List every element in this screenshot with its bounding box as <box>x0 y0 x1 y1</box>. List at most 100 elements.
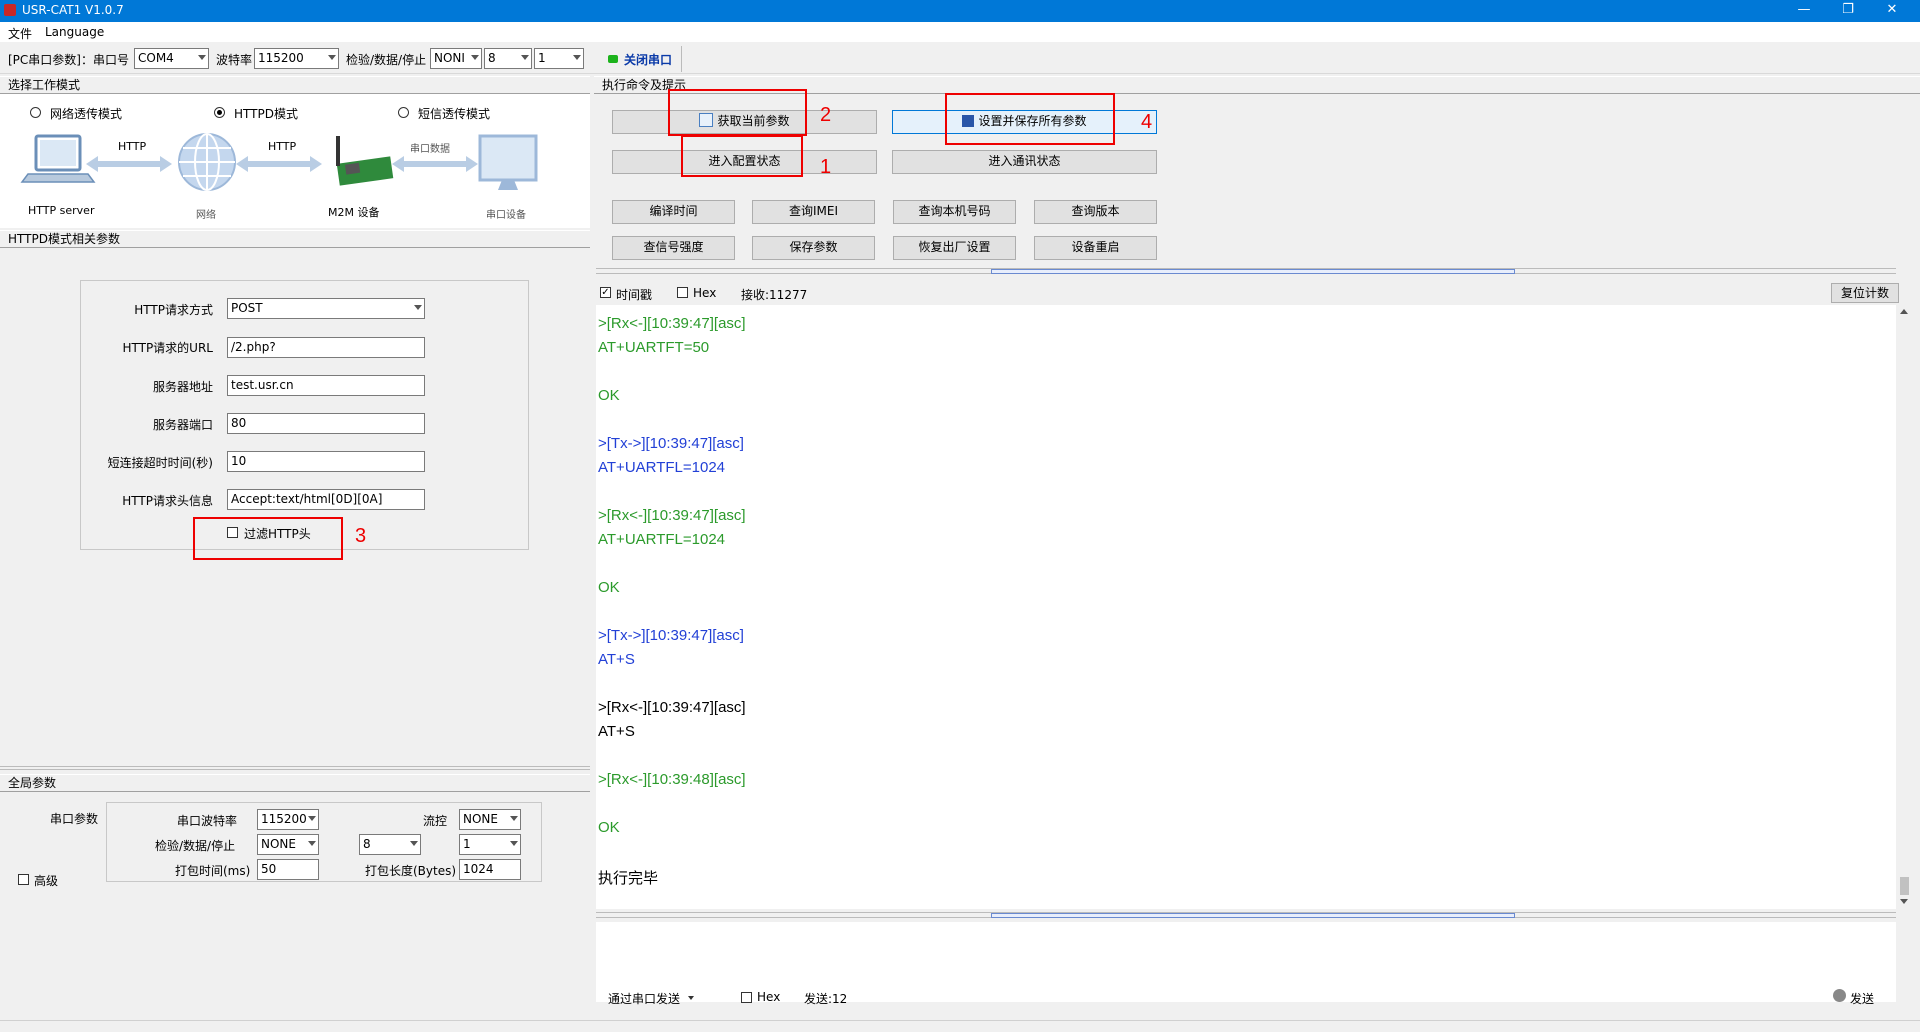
splitter-grip[interactable] <box>991 269 1515 274</box>
log-line: >[Rx<-][10:39:48][asc] <box>598 771 746 788</box>
flow-value: NONE <box>463 812 498 826</box>
reset-count-button[interactable]: 复位计数 <box>1831 283 1899 303</box>
global-stopbits-select[interactable]: 1 <box>459 834 521 855</box>
close-port-button[interactable]: 关闭串口 <box>594 46 682 72</box>
global-baud-select[interactable]: 115200 <box>257 809 319 830</box>
close-button[interactable]: ✕ <box>1870 0 1914 22</box>
server-input[interactable]: test.usr.cn <box>227 375 425 396</box>
mode-radio-httpd[interactable] <box>214 107 225 118</box>
factory-reset-button[interactable]: 恢复出厂设置 <box>893 236 1016 260</box>
mode-radio-transparent[interactable] <box>30 107 41 118</box>
menu-language[interactable]: Language <box>45 25 104 39</box>
stopbits-select[interactable]: 1 <box>534 48 584 69</box>
global-databits-select[interactable]: 8 <box>359 834 421 855</box>
chevron-down-icon <box>308 841 316 846</box>
httpd-params-box: HTTP请求方式 POST HTTP请求的URL /2.php? 服务器地址 t… <box>80 280 529 550</box>
chevron-down-icon <box>328 55 336 60</box>
http-method-value: POST <box>231 301 263 315</box>
scroll-down-icon[interactable] <box>1900 899 1908 904</box>
log-line: AT+S <box>598 651 635 668</box>
log-scrollbar[interactable] <box>1896 305 1913 909</box>
databits-select[interactable]: 8 <box>484 48 532 69</box>
send-icon[interactable] <box>1833 989 1846 1002</box>
log-hex-checkbox[interactable] <box>677 287 688 298</box>
close-port-label: 关闭串口 <box>624 53 673 67</box>
left-splitter[interactable] <box>0 766 590 770</box>
databits-value: 8 <box>488 51 496 65</box>
device-restart-button[interactable]: 设备重启 <box>1034 236 1157 260</box>
baud-label: 波特率 <box>216 53 253 67</box>
annotation-number-4: 4 <box>1141 111 1153 133</box>
bottom-splitter[interactable] <box>596 912 1896 918</box>
restore-button[interactable]: ❐ <box>1826 0 1870 22</box>
global-check-label: 检验/数据/停止 <box>155 839 236 853</box>
receive-log[interactable]: >[Rx<-][10:39:47][asc] AT+UARTFT=50 OK >[Tx… <box>596 305 1896 909</box>
query-number-button[interactable]: 查询本机号码 <box>893 200 1016 224</box>
mode-label-transparent[interactable]: 网络透传模式 <box>50 105 122 122</box>
global-parity-select[interactable]: NONE <box>257 834 319 855</box>
signal-strength-button[interactable]: 查信号强度 <box>612 236 735 260</box>
minimize-button[interactable]: — <box>1782 0 1826 22</box>
app-icon <box>4 4 16 16</box>
pack-time-label: 打包时间(ms) <box>175 864 251 878</box>
chevron-down-icon <box>410 841 418 846</box>
http-url-input[interactable]: /2.php? <box>227 337 425 358</box>
arrow-2 <box>236 156 322 172</box>
menu-file[interactable]: 文件 <box>8 25 32 42</box>
save-params-button[interactable]: 保存参数 <box>752 236 875 260</box>
log-line: AT+UARTFL=1024 <box>598 531 726 548</box>
scroll-up-icon[interactable] <box>1900 309 1908 314</box>
send-input[interactable]: 通过串口发送 Hex 发送:12 发送 <box>596 922 1896 1006</box>
parity-select[interactable]: NONI <box>430 48 482 69</box>
send-via-dropdown[interactable]: 通过串口发送 <box>608 990 680 1007</box>
send-scrollbar[interactable] <box>1896 922 1913 1002</box>
splitter-grip[interactable] <box>991 913 1515 918</box>
send-hex-label[interactable]: Hex <box>757 990 780 1004</box>
http-url-label: HTTP请求的URL <box>122 341 213 355</box>
caret-down-icon <box>688 996 694 1000</box>
log-hex-label[interactable]: Hex <box>693 286 716 300</box>
diagram-serial-device: 串口设备 <box>486 210 526 221</box>
advanced-label[interactable]: 高级 <box>34 872 58 889</box>
global-params-box: 串口波特率 115200 流控 NONE 检验/数据/停止 NONE 8 1 打… <box>106 802 542 882</box>
log-line: OK <box>598 387 620 404</box>
top-splitter[interactable] <box>596 268 1896 274</box>
mode-label-httpd[interactable]: HTTPD模式 <box>234 105 298 122</box>
laptop-icon <box>20 134 96 183</box>
diagram-http-2: HTTP <box>268 140 297 153</box>
query-version-button[interactable]: 查询版本 <box>1034 200 1157 224</box>
scroll-thumb[interactable] <box>1900 877 1909 895</box>
global-databits-value: 8 <box>363 837 371 851</box>
http-header-input[interactable]: Accept:text/html[0D][0A] <box>227 489 425 510</box>
baud-select[interactable]: 115200 <box>254 48 339 69</box>
advanced-checkbox[interactable] <box>18 874 29 885</box>
send-hex-checkbox[interactable] <box>741 992 752 1003</box>
m2m-device-icon <box>336 136 394 186</box>
query-imei-button[interactable]: 查询IMEI <box>752 200 875 224</box>
flow-select[interactable]: NONE <box>459 809 521 830</box>
server-port-input[interactable]: 80 <box>227 413 425 434</box>
arrow-3 <box>392 156 478 172</box>
send-button[interactable]: 发送 <box>1850 990 1874 1007</box>
timestamp-label[interactable]: 时间戳 <box>616 286 652 303</box>
pack-len-input[interactable]: 1024 <box>459 859 521 880</box>
log-line: AT+S <box>598 723 635 740</box>
pack-time-input[interactable]: 50 <box>257 859 319 880</box>
enter-comm-button[interactable]: 进入通讯状态 <box>892 150 1157 174</box>
status-bar <box>0 1020 1920 1032</box>
chevron-down-icon <box>308 816 316 821</box>
annotation-box-2 <box>668 89 807 136</box>
port-select[interactable]: COM4 <box>134 48 209 69</box>
mode-radio-sms[interactable] <box>398 107 409 118</box>
http-method-select[interactable]: POST <box>227 298 425 319</box>
diagram-http-1: HTTP <box>118 140 147 153</box>
chevron-down-icon <box>198 55 206 60</box>
mode-label-sms[interactable]: 短信透传模式 <box>418 105 490 122</box>
timestamp-checkbox[interactable]: ✓ <box>600 287 611 298</box>
compile-time-button[interactable]: 编译时间 <box>612 200 735 224</box>
diagram-server: HTTP server <box>28 204 95 217</box>
timeout-input[interactable]: 10 <box>227 451 425 472</box>
chevron-down-icon <box>510 841 518 846</box>
annotation-box-3 <box>193 517 343 560</box>
port-status-icon <box>608 55 618 63</box>
